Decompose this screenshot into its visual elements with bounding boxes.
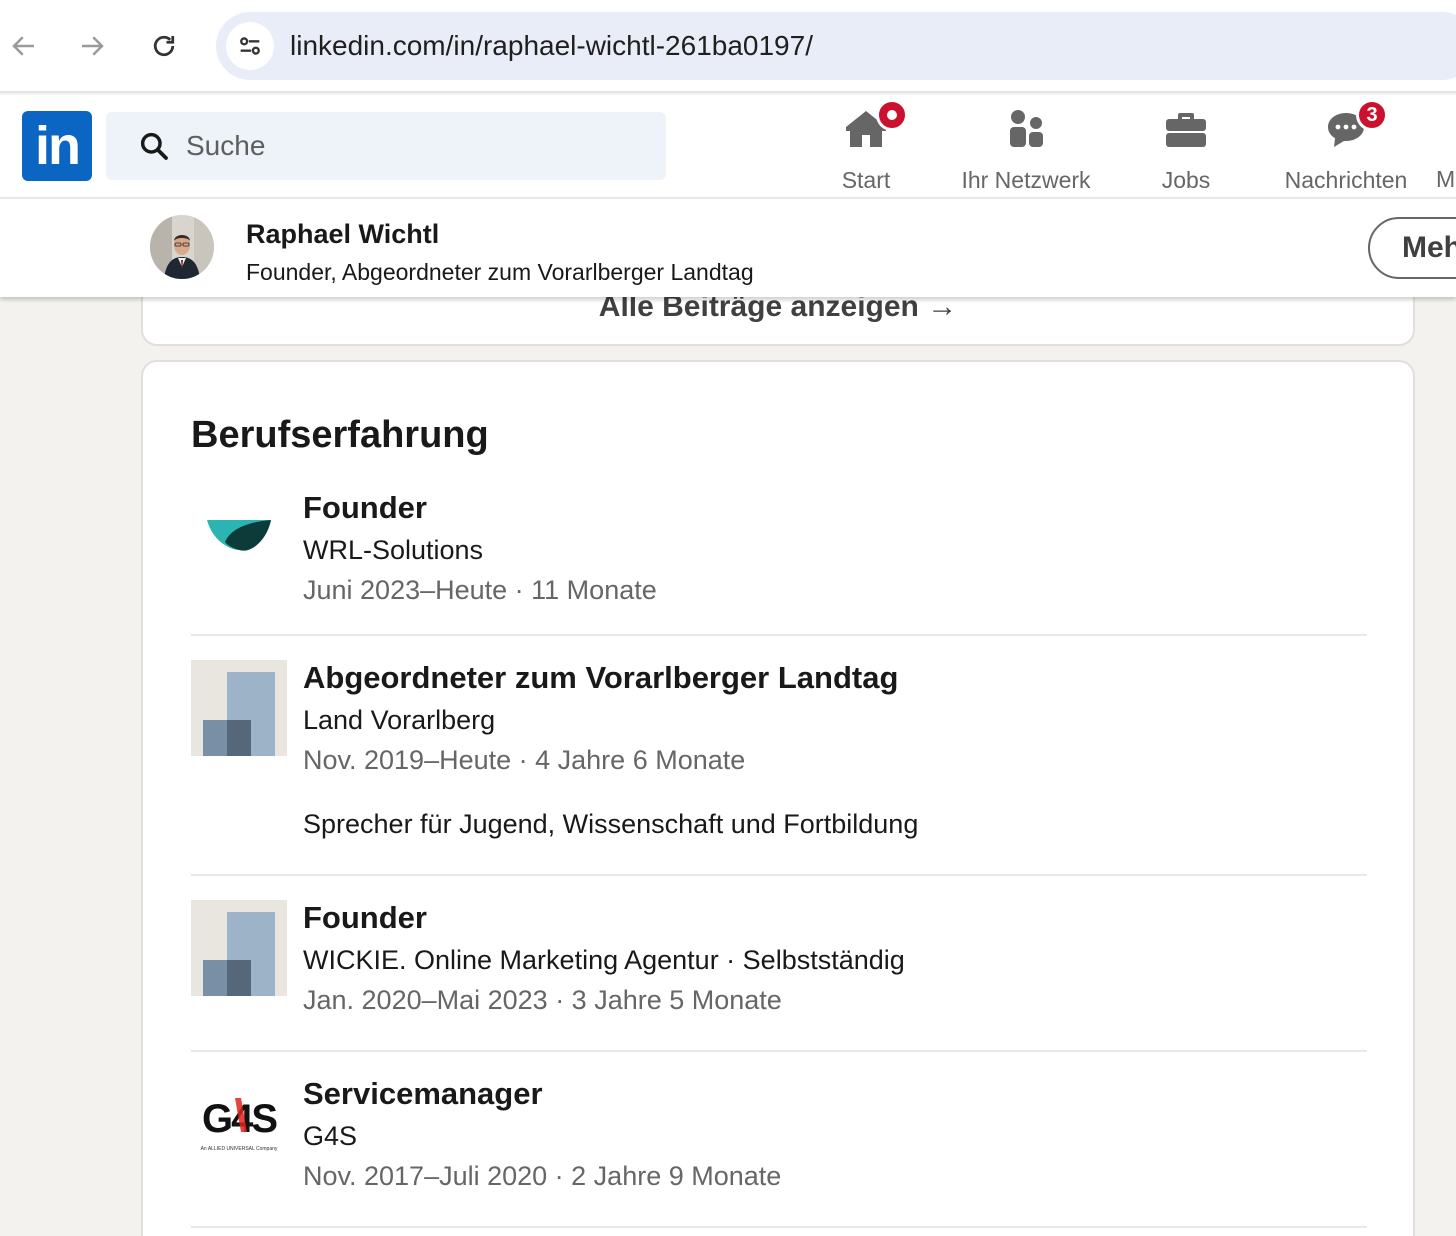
search-box[interactable] (106, 112, 666, 180)
arrow-left-icon (12, 36, 34, 56)
tune-icon (240, 37, 260, 55)
experience-description: Sprecher für Jugend, Wissenschaft und Fo… (303, 809, 919, 839)
divider (191, 634, 1367, 636)
nav-item-label: Nachrichten (1284, 167, 1408, 193)
reload-button[interactable] (140, 22, 188, 70)
messaging-icon: 3 (1322, 99, 1388, 153)
divider (191, 1050, 1367, 1052)
nav-item-label: M (1436, 166, 1456, 192)
site-info-button[interactable] (226, 22, 274, 70)
back-button[interactable] (0, 22, 48, 70)
nav-item-network[interactable]: Ihr Netzwerk (952, 103, 1100, 193)
avatar[interactable] (150, 215, 214, 279)
experience-company: WICKIE. Online Marketing Agentur · Selbs… (303, 945, 905, 975)
profile-headline: Founder, Abgeordneter zum Vorarlberger L… (246, 259, 754, 285)
experience-period: Nov. 2017–Juli 2020 · 2 Jahre 9 Monate (303, 1161, 782, 1191)
experience-company: WRL-Solutions (303, 535, 484, 565)
g4s-logo[interactable]: G4S An ALLIED UNIVERSAL Company (191, 1076, 287, 1172)
address-bar[interactable]: linkedin.com/in/raphael-wichtl-261ba0197… (216, 12, 1456, 80)
linkedin-logo[interactable]: in (22, 111, 92, 181)
notification-dot (876, 99, 908, 131)
arrow-right-icon (82, 36, 104, 56)
more-button[interactable]: Meh (1368, 217, 1456, 279)
nav-item-start[interactable]: Start (836, 99, 908, 193)
profile-name: Raphael Wichtl (246, 219, 440, 249)
experience-section: Berufserfahrung Founder WRL-Solutions Ju… (141, 360, 1415, 1236)
search-icon (140, 132, 168, 160)
experience-role[interactable]: Abgeordneter zum Vorarlberger Landtag (303, 660, 1363, 696)
divider (191, 874, 1367, 876)
wrl-solutions-logo[interactable] (191, 490, 287, 586)
nav-item-label: Start (841, 167, 891, 193)
experience-company: Land Vorarlberg (303, 705, 496, 735)
nav-item-more[interactable]: M (1436, 103, 1456, 193)
section-title: Berufserfahrung (191, 414, 489, 456)
experience-role[interactable]: Founder (303, 900, 1363, 936)
message-count-badge: 3 (1356, 99, 1388, 131)
network-icon (1002, 105, 1050, 153)
nav-item-label: Ihr Netzwerk (961, 167, 1091, 193)
company-placeholder-logo[interactable] (191, 660, 287, 756)
browser-toolbar: linkedin.com/in/raphael-wichtl-261ba0197… (0, 0, 1456, 93)
nav-item-messaging[interactable]: 3 Nachrichten (1276, 99, 1416, 193)
experience-period: Jan. 2020–Mai 2023 · 3 Jahre 5 Monate (303, 985, 782, 1015)
linkedin-global-nav: in Start Ihr Netzwerk Job (0, 95, 1456, 199)
experience-period: Juni 2023–Heute · 11 Monate (303, 575, 657, 605)
company-placeholder-logo[interactable] (191, 900, 287, 996)
url-text: linkedin.com/in/raphael-wichtl-261ba0197… (290, 30, 813, 61)
forward-button[interactable] (68, 22, 116, 70)
experience-company: G4S (303, 1121, 358, 1151)
reload-icon (153, 35, 175, 57)
home-icon (842, 99, 908, 153)
svg-text:An ALLIED UNIVERSAL Company: An ALLIED UNIVERSAL Company (201, 1146, 278, 1152)
briefcase-icon (1162, 105, 1210, 153)
nav-item-jobs[interactable]: Jobs (1156, 103, 1216, 193)
experience-role[interactable]: Servicemanager (303, 1076, 1363, 1112)
sticky-profile-header: Raphael Wichtl Founder, Abgeordneter zum… (0, 199, 1456, 297)
experience-period: Nov. 2019–Heute · 4 Jahre 6 Monate (303, 745, 746, 775)
nav-item-label: Jobs (1161, 167, 1211, 193)
experience-role[interactable]: Founder (303, 490, 1363, 526)
search-input[interactable] (186, 112, 646, 180)
divider (191, 1226, 1367, 1228)
